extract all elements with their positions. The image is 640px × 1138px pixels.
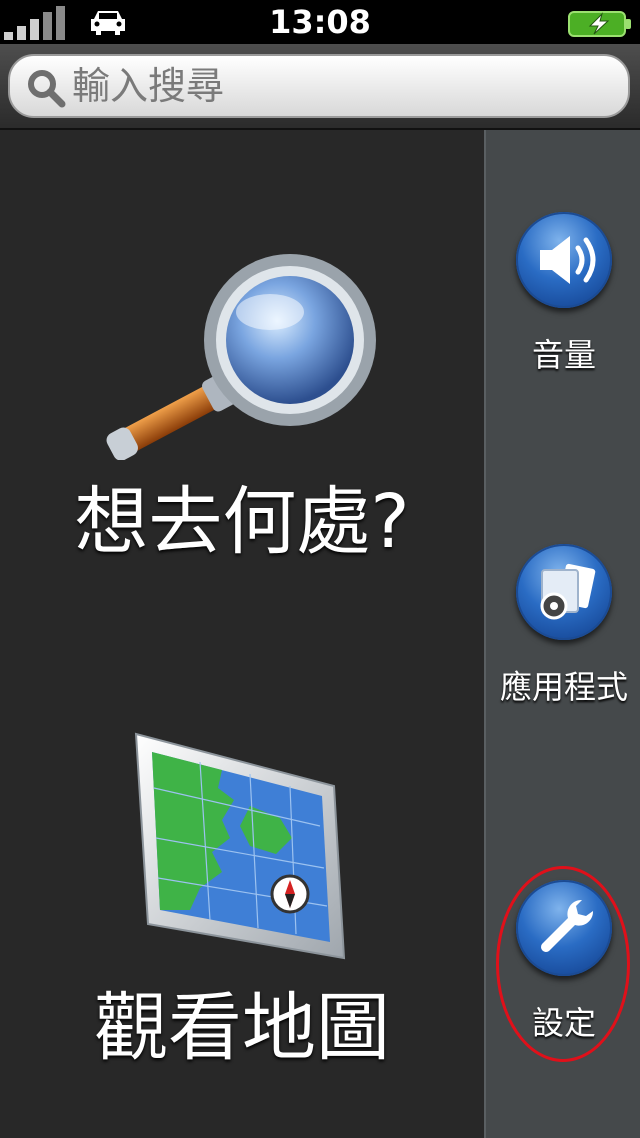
settings-button[interactable]: 設定 (486, 880, 640, 1080)
sidebar: 音量 應用程式 設定 (484, 130, 640, 1138)
search-field[interactable] (8, 54, 630, 118)
main-menu: 想去何處? 觀看地圖 (0, 130, 484, 1138)
view-map-button[interactable]: 觀看地圖 (0, 728, 484, 1071)
search-icon (28, 70, 66, 108)
volume-label: 音量 (531, 336, 596, 374)
apps-label: 應用程式 (499, 668, 628, 706)
battery-charging-icon (568, 11, 631, 37)
apps-button[interactable]: 應用程式 (486, 544, 640, 744)
magnifier-icon (106, 254, 376, 460)
map-icon (134, 732, 346, 960)
volume-button[interactable]: 音量 (486, 212, 640, 412)
apps-gear-icon (516, 544, 612, 640)
clock: 13:08 (269, 3, 371, 41)
speaker-icon (516, 212, 612, 308)
wrench-icon (516, 880, 612, 976)
search-input[interactable] (72, 60, 612, 112)
view-map-label: 觀看地圖 (94, 985, 390, 1071)
where-to-button[interactable]: 想去何處? (0, 240, 484, 565)
search-bar (0, 44, 640, 130)
status-bar: 13:08 (0, 0, 640, 44)
where-to-label: 想去何處? (74, 479, 410, 565)
settings-label: 設定 (531, 1004, 596, 1042)
